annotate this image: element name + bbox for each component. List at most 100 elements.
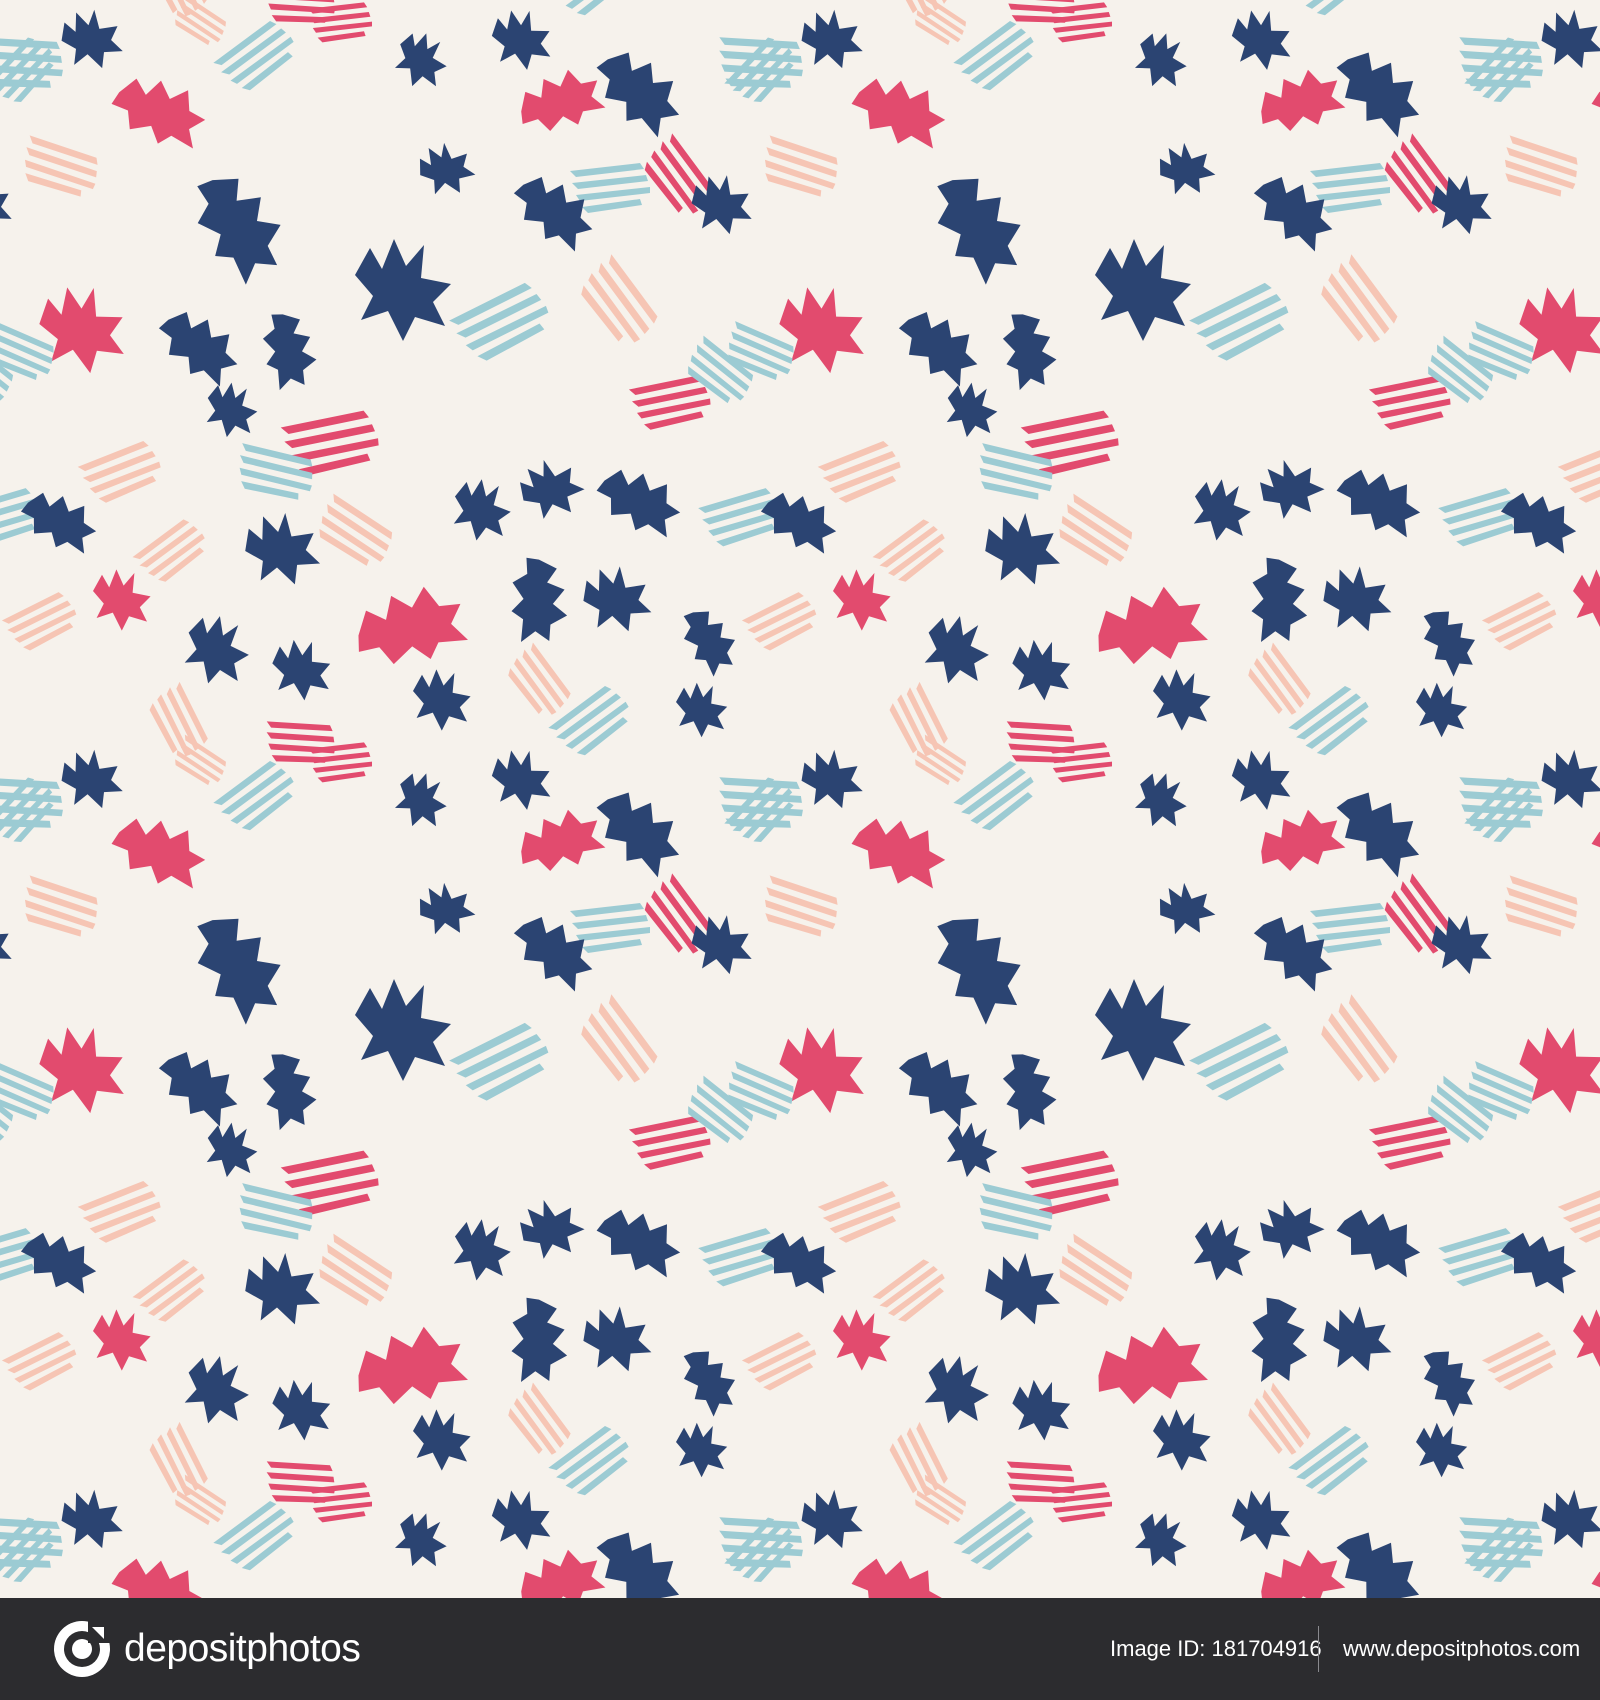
brush-stroke-peach [1481,592,1557,651]
brush-stroke-navy [272,1379,331,1441]
brush-stroke-navy [1193,479,1251,541]
brush-stroke-navy [1323,1306,1392,1372]
brush-stroke-navy [1231,10,1291,70]
brush-stroke-navy [924,616,989,684]
brush-stroke-crimson [1519,1027,1600,1114]
brush-stroke-light-blue [1288,685,1369,756]
brush-stroke-navy [61,749,123,809]
brush-stroke-peach [915,1474,966,1526]
brush-stroke-peach [1059,1233,1133,1306]
brush-stroke-crimson [628,375,711,430]
brush-stroke-navy [419,142,476,195]
brush-stroke-peach [872,519,945,582]
brush-stroke-navy [491,10,551,70]
brush-stroke-navy [1431,175,1492,235]
brush-stroke-navy [262,314,317,391]
brush-stroke-navy [1423,1351,1475,1417]
brush-stroke-navy [0,600,8,682]
brush-stroke-light-blue [1189,1022,1289,1101]
brush-stroke-navy [158,311,238,387]
brush-stroke-navy [197,918,281,1025]
brush-stroke-navy [158,1051,238,1127]
brush-stroke-crimson [1048,2,1112,43]
brush-stroke-peach [915,734,966,786]
brush-stroke-navy [924,1356,989,1424]
brush-stroke-navy [355,979,451,1081]
brush-stroke-navy [1095,239,1191,341]
brand-name: depositphotos [124,1627,361,1670]
brush-stroke-navy [0,1340,8,1422]
brush-stroke-navy [491,750,551,810]
brush-stroke-navy [20,492,97,554]
brush-stroke-navy [0,915,12,975]
brush-stroke-navy [760,1232,837,1294]
brush-stroke-crimson [1261,1549,1346,1598]
brush-stroke-navy [394,33,447,87]
brush-stroke-crimson [628,1115,711,1170]
brush-stroke-peach [1557,1180,1600,1243]
brush-stroke-navy [1500,1232,1577,1294]
brush-stroke-navy [1134,33,1187,87]
brush-stroke-peach [1248,1382,1311,1455]
brush-stroke-peach [132,1259,205,1322]
brush-stroke-crimson [779,1027,864,1114]
brush-stroke-navy [937,178,1021,285]
brush-stroke-crimson [521,809,606,872]
brush-stroke-light-blue [239,443,313,500]
brush-stroke-crimson [93,569,151,631]
brush-stroke-navy [184,616,249,684]
brush-stroke-navy [511,557,568,642]
brush-stroke-navy [1541,749,1600,809]
brush-stroke-navy [1012,639,1071,701]
brush-stroke-navy [691,175,752,235]
brush-stroke-crimson [833,569,891,631]
brush-stroke-crimson [833,1309,891,1371]
brush-stroke-light-blue [1288,1425,1369,1496]
brush-stroke-crimson [308,2,372,43]
brush-stroke-light-blue [449,1022,549,1101]
brush-stroke-peach [508,642,571,715]
brush-stroke-crimson [111,1558,206,1598]
brush-stroke-light-blue [1438,1228,1521,1287]
brush-stroke-peach [132,519,205,582]
brush-stroke-peach [319,1233,393,1306]
brush-stroke-peach [24,875,98,937]
brush-stroke-navy [946,382,998,438]
brush-stroke-navy [1193,1219,1251,1281]
brush-stroke-crimson [39,287,124,374]
brush-stroke-peach [319,493,393,566]
brush-stroke-crimson [1572,569,1600,628]
brush-stroke-light-blue [213,20,294,91]
brush-stroke-navy [1231,1490,1291,1550]
brush-stroke-navy [1251,557,1308,642]
brush-stroke-light-blue [953,20,1034,91]
brush-stroke-crimson [1591,1558,1600,1598]
brush-stroke-crimson [1368,1115,1451,1170]
brush-stroke-crimson [280,1150,379,1216]
footer-divider [1318,1626,1319,1672]
brush-stroke-navy [1431,915,1492,975]
brush-stroke-light-blue [953,1500,1034,1571]
brush-stroke-peach [24,135,98,197]
brush-stroke-navy [1159,882,1216,935]
brush-stroke-navy [1416,1422,1468,1478]
brush-stroke-crimson [779,287,864,374]
brush-stroke-light-blue [548,1425,629,1496]
brush-stroke-navy [1231,750,1291,810]
brush-stroke-light-blue [239,1183,313,1240]
brush-stroke-light-blue [213,1500,294,1571]
brush-stroke-light-blue [213,760,294,831]
brush-stroke-navy [1323,566,1392,632]
brush-stroke-navy [1423,611,1475,677]
brush-stroke-crimson [1048,742,1112,783]
brush-stroke-navy [801,1489,863,1549]
brush-stroke-navy [197,178,281,285]
brush-stroke-crimson [1519,287,1600,374]
brush-stroke-crimson [851,78,946,149]
brush-stroke-peach [1557,440,1600,503]
brush-stroke-navy [1002,314,1057,391]
brush-stroke-peach [581,994,658,1083]
brush-stroke-navy [1336,52,1420,138]
brush-stroke-light-blue [953,760,1034,831]
brush-stroke-navy [1153,1409,1211,1471]
